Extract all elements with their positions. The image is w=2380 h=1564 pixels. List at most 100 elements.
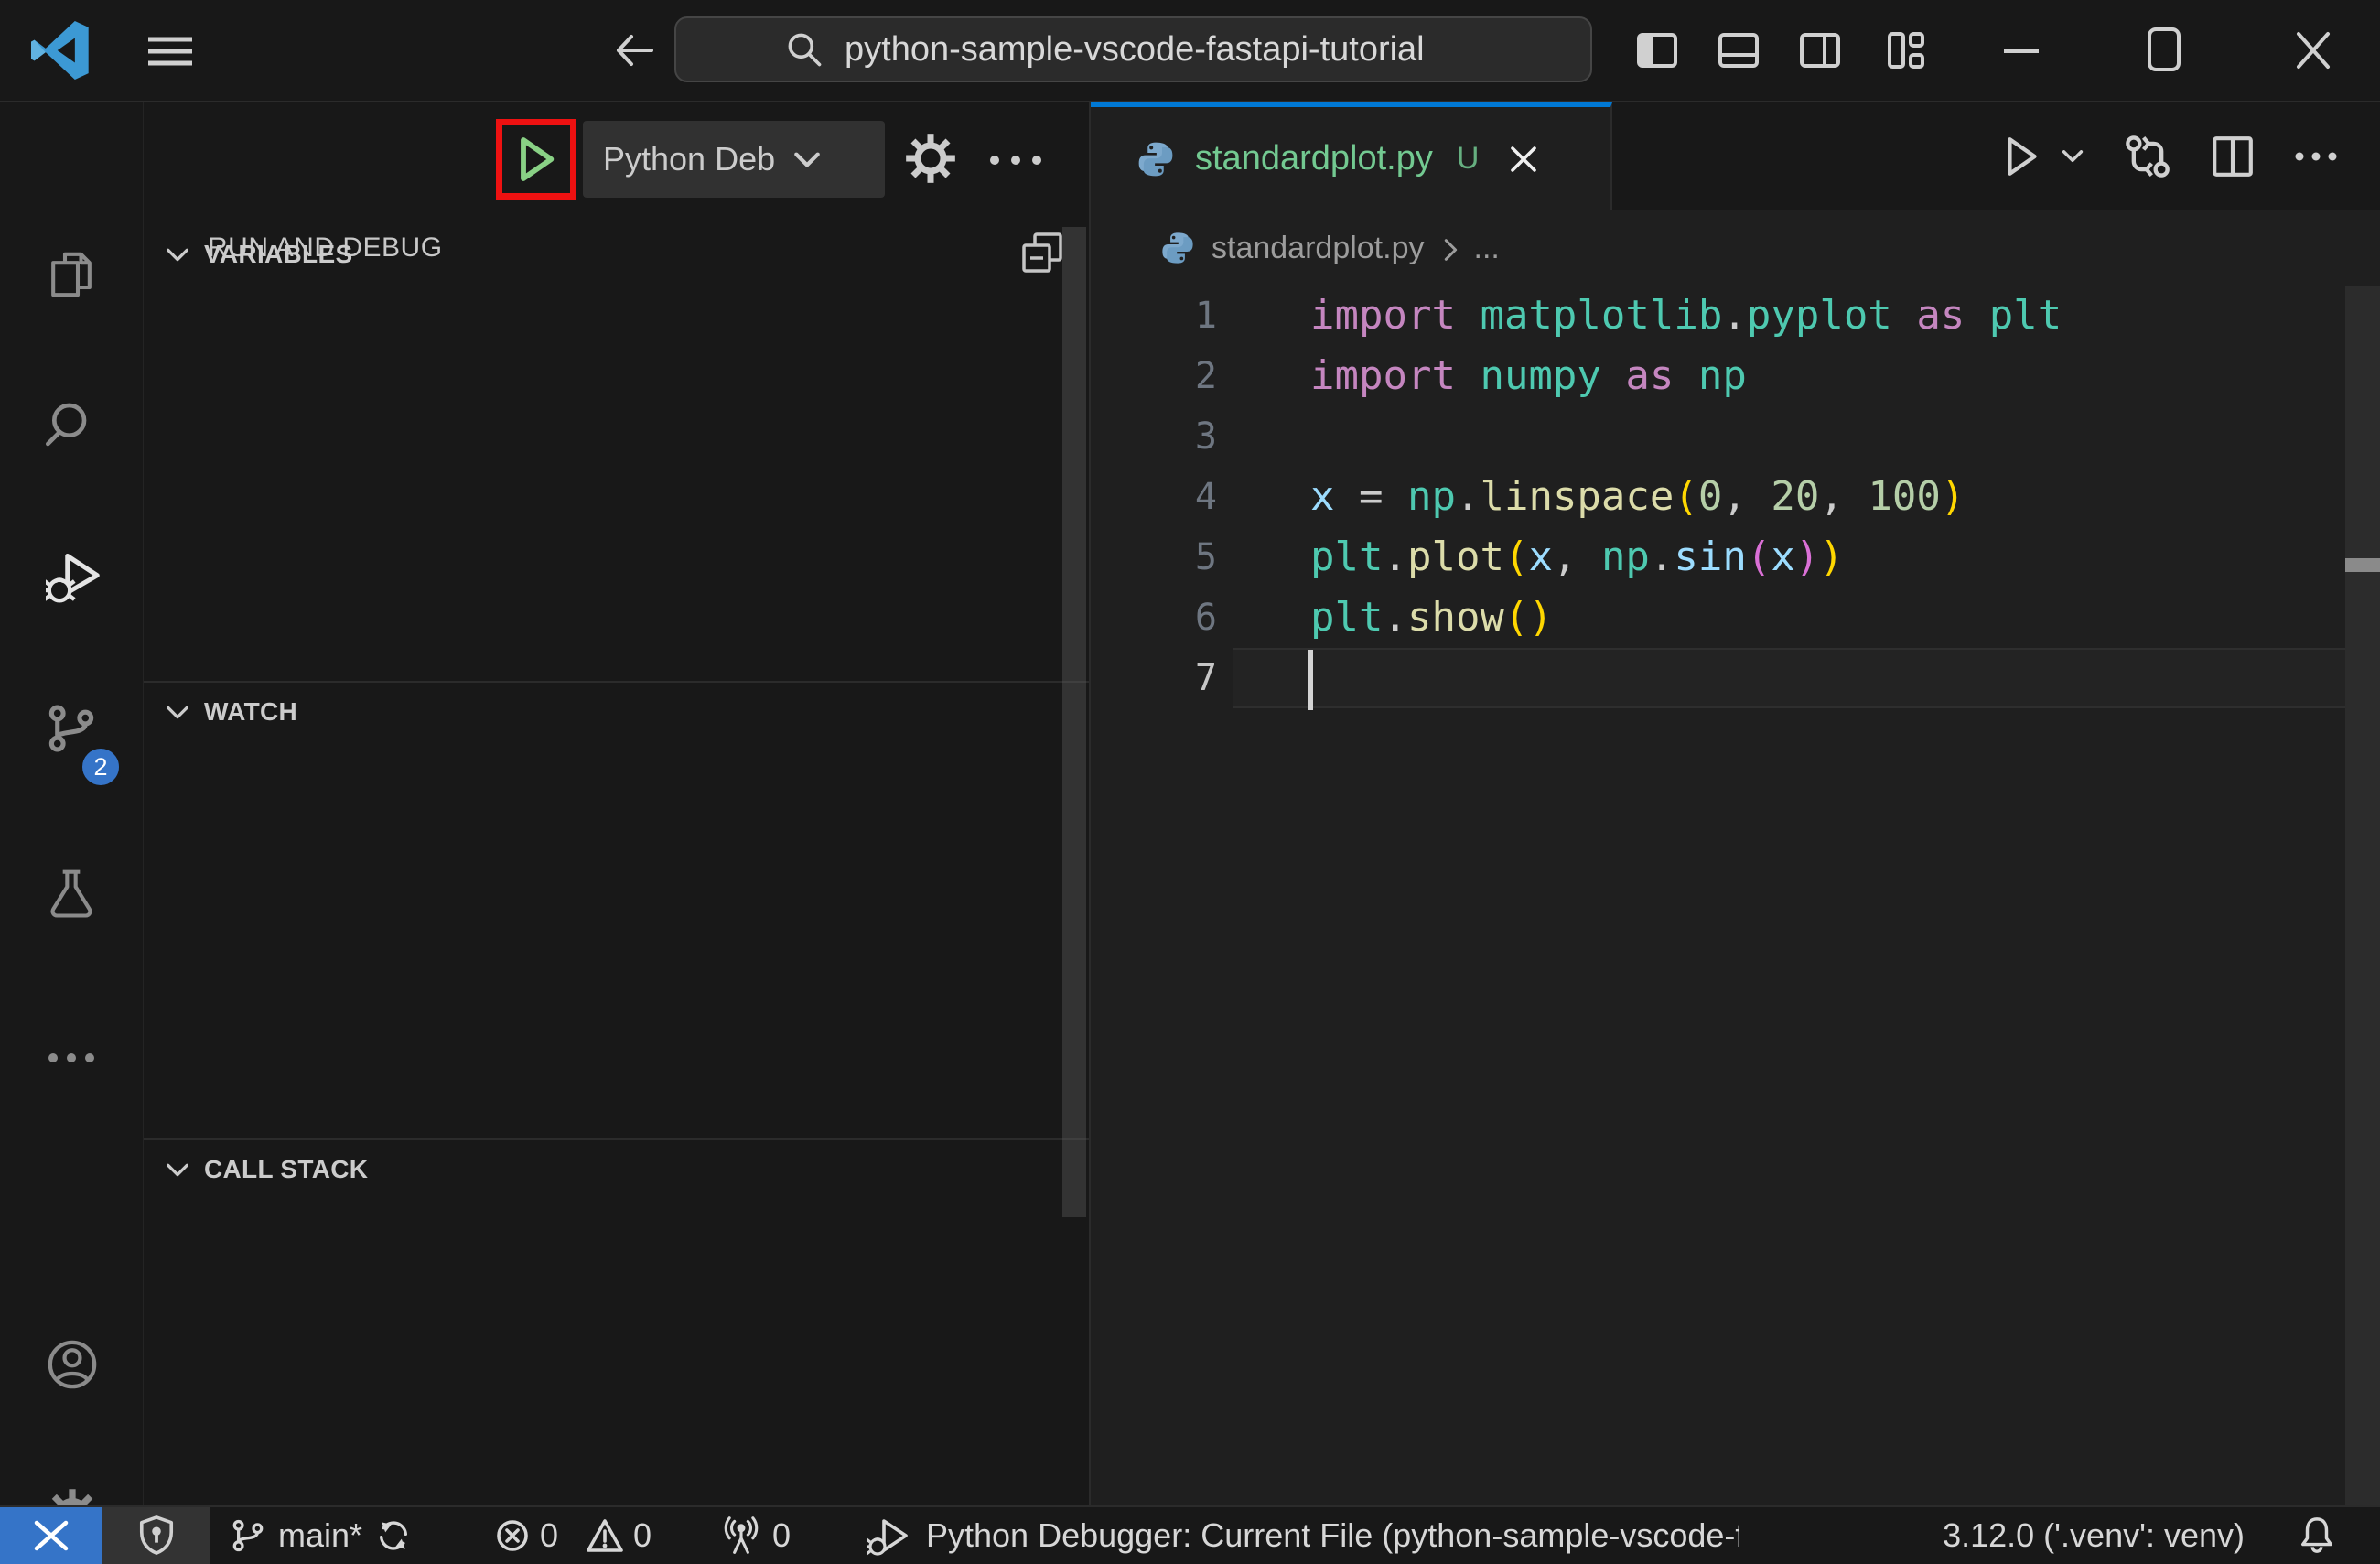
menu-icon[interactable] bbox=[145, 35, 199, 68]
run-options-chevron-icon[interactable] bbox=[2060, 146, 2085, 167]
overview-ruler-cursor-mark bbox=[2345, 558, 2380, 572]
customize-layout-icon[interactable] bbox=[1883, 28, 1929, 72]
debug-settings-gear-icon[interactable] bbox=[905, 133, 956, 184]
source-control-badge: 2 bbox=[79, 745, 123, 789]
vscode-window: python-sample-vscode-fastapi-tutorial 2 … bbox=[0, 0, 2380, 1564]
sidebar-scrollbar[interactable] bbox=[1062, 227, 1086, 1217]
editor-scrollbar[interactable] bbox=[2345, 286, 2380, 1505]
views-more-actions-icon[interactable] bbox=[987, 154, 1044, 167]
start-debugging-button-annotated[interactable] bbox=[496, 119, 576, 200]
editor-more-actions-icon[interactable] bbox=[2294, 151, 2338, 162]
sync-icon bbox=[375, 1516, 412, 1555]
tab-standardplot[interactable]: standardplot.py U bbox=[1091, 102, 1612, 210]
close-window-button[interactable] bbox=[2293, 28, 2333, 72]
command-center-value: python-sample-vscode-fastapi-tutorial bbox=[845, 29, 1425, 69]
toggle-secondary-sidebar-icon[interactable] bbox=[1797, 28, 1843, 72]
line-number: 4 bbox=[1194, 476, 1217, 518]
chevron-right-icon bbox=[1438, 236, 1463, 264]
breadcrumbs[interactable]: standardplot.py ... bbox=[1091, 210, 2380, 286]
variables-section-label: VARIABLES bbox=[204, 240, 353, 268]
command-center-search[interactable]: python-sample-vscode-fastapi-tutorial bbox=[674, 16, 1592, 82]
tab-bar: standardplot.py U bbox=[1091, 102, 2380, 210]
tab-close-icon[interactable] bbox=[1506, 142, 1541, 177]
additional-views-icon[interactable] bbox=[46, 1032, 97, 1084]
account-icon[interactable] bbox=[46, 1338, 97, 1389]
line-number: 6 bbox=[1194, 597, 1217, 639]
notifications-bell-icon[interactable] bbox=[2298, 1507, 2336, 1564]
minimize-button[interactable] bbox=[2002, 48, 2041, 55]
back-arrow-button[interactable] bbox=[611, 28, 659, 72]
explorer-icon[interactable] bbox=[46, 249, 97, 300]
breadcrumb-symbol[interactable]: ... bbox=[1474, 231, 1500, 266]
problems-item[interactable]: 0 0 bbox=[494, 1507, 652, 1564]
python-interpreter-item[interactable]: 3.12.0 ('.venv': venv) bbox=[1943, 1507, 2245, 1564]
editor-actions bbox=[2001, 102, 2338, 210]
ports-count: 0 bbox=[772, 1516, 792, 1554]
ports-item[interactable]: 0 bbox=[721, 1507, 791, 1564]
line-number: 1 bbox=[1194, 295, 1217, 337]
code-line: import numpy as np bbox=[1310, 352, 1747, 399]
text-cursor bbox=[1308, 650, 1313, 710]
code-line: import matplotlib.pyplot as plt bbox=[1310, 292, 2062, 339]
source-control-icon[interactable] bbox=[46, 703, 97, 754]
radio-tower-icon bbox=[721, 1515, 761, 1557]
interpreter-text: 3.12.0 ('.venv': venv) bbox=[1943, 1516, 2245, 1554]
watch-section-header[interactable]: WATCH bbox=[144, 681, 1089, 741]
line-number: 7 bbox=[1194, 657, 1217, 699]
debug-status-text: Python Debugger: Current File (python-sa… bbox=[926, 1516, 1739, 1554]
call-stack-section-label: CALL STACK bbox=[204, 1155, 369, 1183]
toggle-panel-icon[interactable] bbox=[1716, 28, 1761, 72]
shield-icon bbox=[137, 1515, 176, 1557]
errors-count: 0 bbox=[540, 1516, 559, 1554]
start-debugging-play-icon bbox=[514, 134, 558, 185]
watch-section-label: WATCH bbox=[204, 697, 298, 726]
debug-alt-icon bbox=[867, 1514, 911, 1558]
code-line: plt.show() bbox=[1310, 594, 1553, 641]
python-file-icon bbox=[1136, 140, 1175, 178]
open-changes-icon[interactable] bbox=[2124, 133, 2171, 180]
chevron-down-icon bbox=[164, 1157, 191, 1182]
tab-filename: standardplot.py bbox=[1195, 139, 1433, 178]
collapse-all-icon[interactable] bbox=[1020, 231, 1064, 275]
search-view-icon[interactable] bbox=[46, 399, 97, 450]
warnings-icon bbox=[586, 1517, 624, 1554]
chevron-down-icon bbox=[164, 242, 191, 267]
testing-icon[interactable] bbox=[46, 868, 97, 919]
toggle-primary-sidebar-icon[interactable] bbox=[1634, 28, 1680, 72]
debug-status-item[interactable]: Python Debugger: Current File (python-sa… bbox=[867, 1507, 1739, 1564]
run-and-debug-view-icon[interactable] bbox=[46, 549, 100, 603]
editor-group: standardplot.py U standardplot.py ... 1 … bbox=[1091, 102, 2380, 1505]
code-line: plt.plot(x, np.sin(x)) bbox=[1310, 534, 1844, 580]
git-branch-icon bbox=[231, 1516, 265, 1555]
chevron-down-icon bbox=[164, 699, 191, 725]
debug-configuration-value: Python Deb bbox=[603, 140, 776, 178]
maximize-button[interactable] bbox=[2147, 27, 2181, 72]
variables-section-header[interactable]: VARIABLES bbox=[144, 225, 1089, 284]
code-lines[interactable]: import matplotlib.pyplot as plt import nu… bbox=[1310, 286, 2062, 708]
workspace-trust-item[interactable] bbox=[102, 1507, 210, 1564]
line-number: 2 bbox=[1194, 355, 1217, 397]
gutter: 1 2 3 4 5 6 7 bbox=[1091, 286, 1217, 708]
status-bar: main* 0 0 0 Python Debugger: Current Fil… bbox=[0, 1505, 2380, 1564]
split-editor-icon[interactable] bbox=[2210, 134, 2256, 179]
run-python-file-button[interactable] bbox=[2001, 134, 2041, 179]
code-line: x = np.linspace(0, 20, 100) bbox=[1310, 473, 1965, 520]
search-icon bbox=[784, 29, 824, 70]
remote-indicator[interactable] bbox=[0, 1507, 102, 1564]
git-branch-item[interactable]: main* bbox=[231, 1507, 412, 1564]
chevron-down-icon bbox=[792, 146, 823, 173]
python-file-icon bbox=[1160, 231, 1195, 265]
activity-bar: 2 BR bbox=[0, 102, 144, 1564]
title-bar: python-sample-vscode-fastapi-tutorial bbox=[0, 0, 2380, 102]
run-and-debug-sidebar: RUN AND DEBUG Python Deb VARIABLES WATCH… bbox=[144, 102, 1091, 1505]
tab-git-status-badge: U bbox=[1456, 141, 1480, 176]
warnings-count: 0 bbox=[633, 1516, 652, 1554]
breadcrumb-file[interactable]: standardplot.py bbox=[1212, 231, 1425, 266]
line-number: 5 bbox=[1194, 536, 1217, 578]
call-stack-section-header[interactable]: CALL STACK bbox=[144, 1138, 1089, 1199]
vscode-logo-icon bbox=[30, 20, 91, 81]
branch-name: main* bbox=[278, 1516, 363, 1554]
debug-configuration-dropdown[interactable]: Python Deb bbox=[583, 121, 885, 198]
